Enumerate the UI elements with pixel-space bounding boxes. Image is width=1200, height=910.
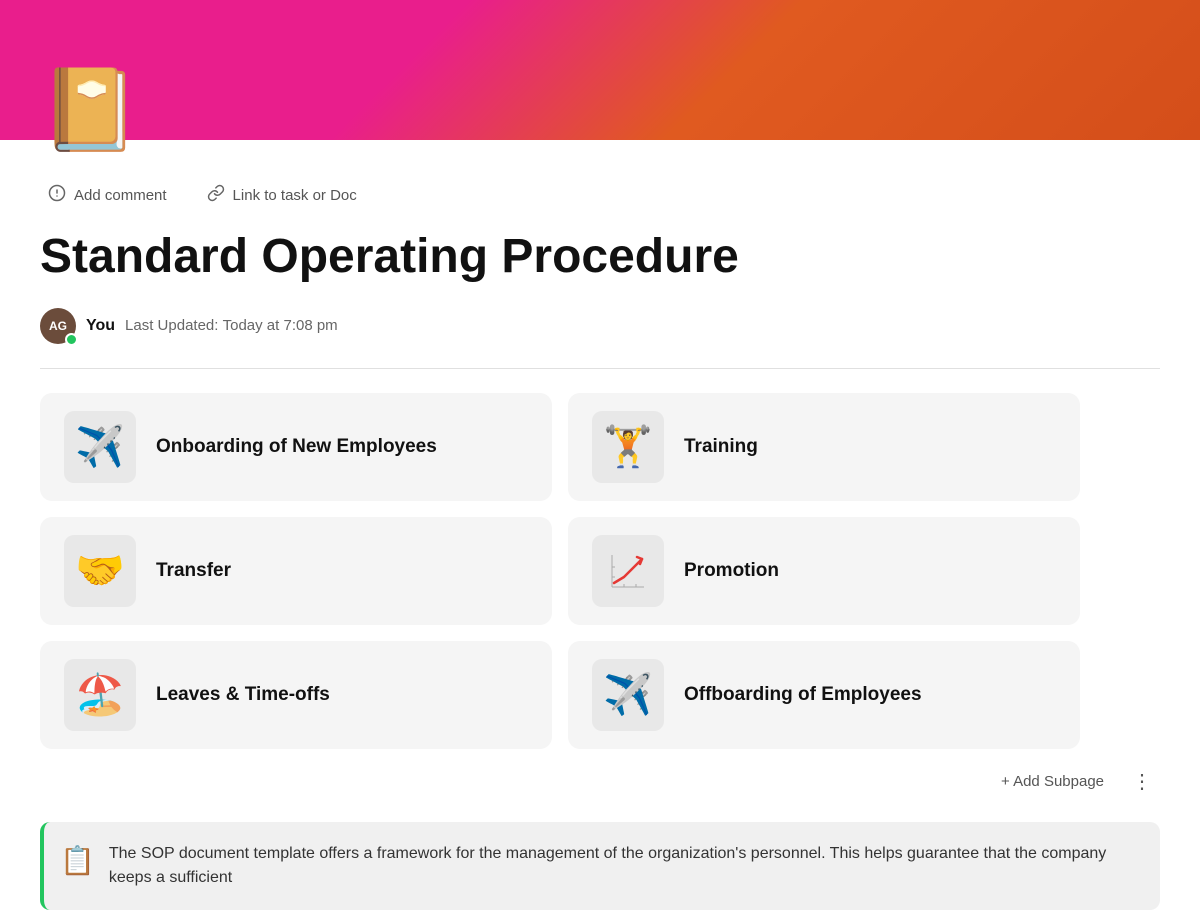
link-icon xyxy=(207,184,225,207)
more-icon: ⋮ xyxy=(1132,771,1152,793)
last-updated-label: Last Updated: Today at 7:08 pm xyxy=(125,317,338,334)
card-icon-transfer: 🤝 xyxy=(64,535,136,607)
card-label-leaves: Leaves & Time-offs xyxy=(156,684,330,706)
online-badge xyxy=(65,333,78,346)
more-options-button[interactable]: ⋮ xyxy=(1124,765,1160,798)
page-title: Standard Operating Procedure xyxy=(40,231,1160,284)
toolbar: Add comment Link to task or Doc xyxy=(0,156,1200,223)
info-box-text: The SOP document template offers a frame… xyxy=(109,842,1140,890)
card-label-training: Training xyxy=(684,436,758,458)
card-offboarding[interactable]: ✈️ Offboarding of Employees xyxy=(568,641,1080,749)
add-subpage-row: + Add Subpage ⋮ xyxy=(0,749,1200,814)
card-leaves[interactable]: 🏖️ Leaves & Time-offs xyxy=(40,641,552,749)
info-box-icon: 📋 xyxy=(60,844,95,877)
card-onboarding[interactable]: ✈️ Onboarding of New Employees xyxy=(40,393,552,501)
page-title-area: Standard Operating Procedure xyxy=(0,223,1200,296)
card-icon-promotion xyxy=(592,535,664,607)
card-icon-onboarding: ✈️ xyxy=(64,411,136,483)
avatar-initials: AG xyxy=(49,319,67,333)
add-subpage-button[interactable]: + Add Subpage xyxy=(993,769,1112,794)
card-training[interactable]: 🏋️ Training xyxy=(568,393,1080,501)
header-banner: 📔 xyxy=(0,0,1200,140)
link-button[interactable]: Link to task or Doc xyxy=(199,180,365,211)
link-label: Link to task or Doc xyxy=(233,187,357,204)
card-label-transfer: Transfer xyxy=(156,560,231,582)
card-promotion[interactable]: Promotion xyxy=(568,517,1080,625)
comment-icon xyxy=(48,184,66,207)
section-divider xyxy=(40,368,1160,369)
card-icon-training: 🏋️ xyxy=(592,411,664,483)
card-label-onboarding: Onboarding of New Employees xyxy=(156,436,437,458)
card-icon-leaves: 🏖️ xyxy=(64,659,136,731)
add-comment-button[interactable]: Add comment xyxy=(40,180,175,211)
author-row: AG You Last Updated: Today at 7:08 pm xyxy=(0,296,1200,360)
subpage-cards-grid: ✈️ Onboarding of New Employees 🏋️ Traini… xyxy=(0,393,1120,749)
card-icon-offboarding: ✈️ xyxy=(592,659,664,731)
card-label-promotion: Promotion xyxy=(684,560,779,582)
notebook-icon: 📔 xyxy=(40,70,140,150)
add-comment-label: Add comment xyxy=(74,187,167,204)
card-transfer[interactable]: 🤝 Transfer xyxy=(40,517,552,625)
author-name: You xyxy=(86,317,115,335)
add-subpage-label: + Add Subpage xyxy=(1001,773,1104,790)
avatar: AG xyxy=(40,308,76,344)
card-label-offboarding: Offboarding of Employees xyxy=(684,684,922,706)
info-box: 📋 The SOP document template offers a fra… xyxy=(40,822,1160,910)
